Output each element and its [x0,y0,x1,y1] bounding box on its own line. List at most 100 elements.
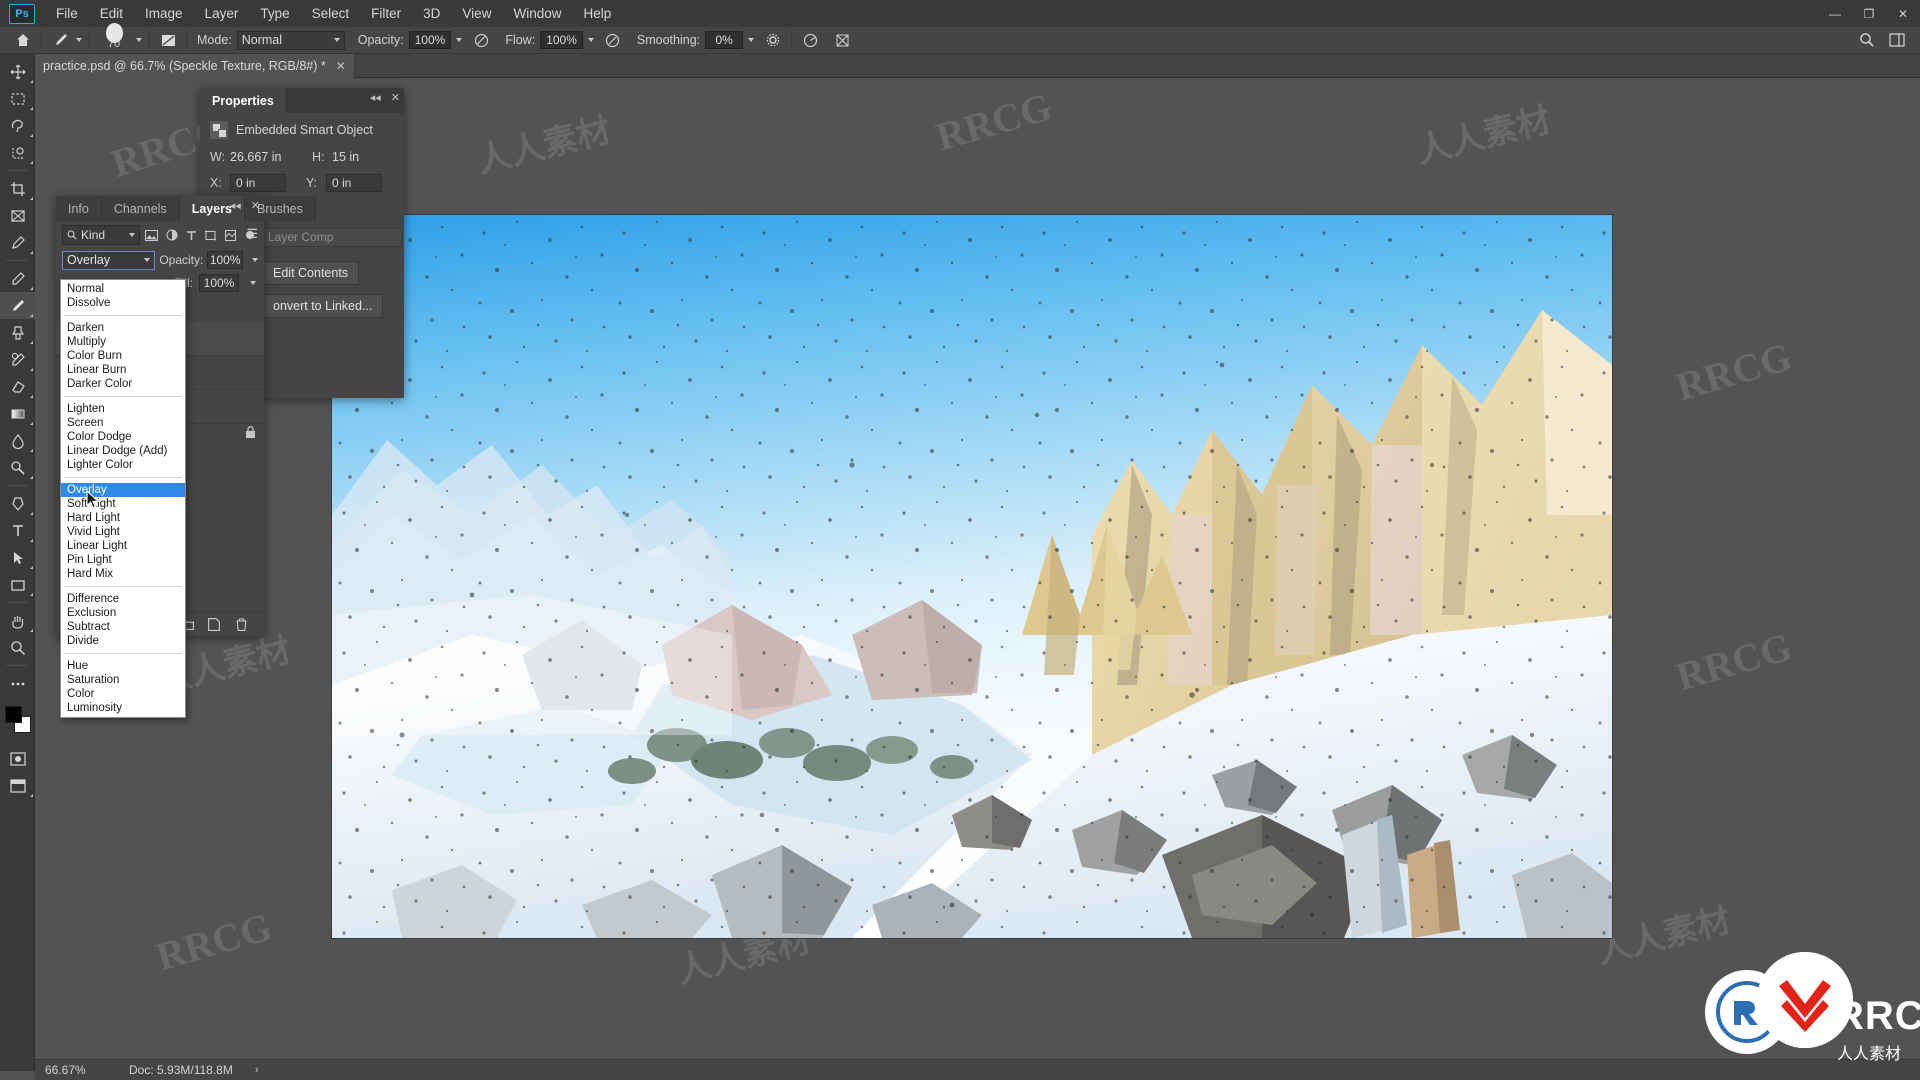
panel-menu-icon[interactable]: ☰ [246,226,258,242]
blend-option-color-dodge[interactable]: Color Dodge [61,430,185,444]
edit-contents-button[interactable]: Edit Contents [262,261,360,285]
blend-option-vivid-light[interactable]: Vivid Light [61,525,185,539]
menu-file[interactable]: File [45,0,89,27]
blend-option-hue[interactable]: Hue [61,659,185,673]
blend-option-hard-mix[interactable]: Hard Mix [61,567,185,581]
flow-input[interactable]: 100% [540,31,583,49]
lock-icon[interactable] [245,426,256,442]
layer-opacity-input[interactable]: 100% [207,251,243,269]
move-tool[interactable] [0,58,35,85]
maximize-button[interactable]: ❐ [1852,0,1886,27]
x-input[interactable]: 0 in [230,174,286,192]
frame-tool[interactable] [0,202,35,229]
blend-option-pin-light[interactable]: Pin Light [61,553,185,567]
brush-tool-icon[interactable] [49,29,71,51]
brush-angle-icon[interactable] [799,29,821,51]
eyedropper-tool[interactable] [0,229,35,256]
menu-image[interactable]: Image [134,0,194,27]
foreground-color-swatch[interactable] [5,706,22,723]
layer-blend-mode-select[interactable]: Overlay [62,250,156,270]
rectangle-tool[interactable] [0,571,35,598]
brush-preset-chevron-down-icon[interactable] [76,38,82,42]
blend-option-lighter-color[interactable]: Lighter Color [61,458,185,472]
blend-mode-combo[interactable]: Normal [236,30,345,50]
layer-fill-chevron-down-icon[interactable] [250,281,256,285]
minimize-button[interactable]: — [1818,0,1852,27]
spot-healing-brush-tool[interactable] [0,265,35,292]
blend-option-saturation[interactable]: Saturation [61,673,185,687]
menu-help[interactable]: Help [572,0,622,27]
zoom-level[interactable]: 66.67% [35,1063,107,1077]
layer-fill-input[interactable]: 100% [199,274,239,292]
filter-kind-select[interactable]: Kind [62,225,140,245]
blend-option-soft-light[interactable]: Soft Light [61,497,185,511]
blend-option-divide[interactable]: Divide [61,634,185,648]
opacity-input[interactable]: 100% [408,31,452,49]
gradient-tool[interactable] [0,400,35,427]
flow-chevron-down-icon[interactable] [587,38,594,42]
color-swatches[interactable] [0,703,35,739]
close-icon[interactable]: ✕ [251,199,260,212]
blend-option-difference[interactable]: Difference [61,592,185,606]
collapse-icon[interactable]: ◂◂ [230,199,241,212]
menu-3d[interactable]: 3D [412,0,451,27]
width-value[interactable]: 26.667 in [230,150,312,164]
tab-info[interactable]: Info [56,196,102,221]
document-tab[interactable]: practice.psd @ 66.7% (Speckle Texture, R… [35,54,355,78]
layer-comp-select[interactable]: Layer Comp [262,228,402,247]
document-artboard[interactable] [332,215,1612,938]
screen-mode-tool[interactable] [0,772,35,799]
edit-toolbar-tool[interactable] [0,670,35,697]
menu-layer[interactable]: Layer [194,0,250,27]
close-icon[interactable]: ✕ [391,91,400,104]
blend-option-screen[interactable]: Screen [61,416,185,430]
symmetry-icon[interactable] [831,29,853,51]
hand-tool[interactable] [0,607,35,634]
crop-tool[interactable] [0,175,35,202]
blur-tool[interactable] [0,427,35,454]
type-filter-icon[interactable] [183,226,199,244]
quick-mask-tool[interactable] [0,745,35,772]
blend-option-multiply[interactable]: Multiply [61,335,185,349]
type-tool[interactable] [0,517,35,544]
brush-size-chevron-down-icon[interactable] [136,38,142,42]
smartobject-filter-icon[interactable] [223,226,239,244]
blend-option-hard-light[interactable]: Hard Light [61,511,185,525]
eraser-tool[interactable] [0,373,35,400]
clone-stamp-tool[interactable] [0,319,35,346]
home-icon[interactable] [12,29,34,51]
airbrush-icon[interactable] [602,29,624,51]
history-brush-tool[interactable] [0,346,35,373]
status-chevron-right-icon[interactable]: › [255,1064,259,1076]
brush-settings-panel-icon[interactable] [157,29,179,51]
blend-option-luminosity[interactable]: Luminosity [61,701,185,715]
dodge-tool[interactable] [0,454,35,481]
close-window-button[interactable]: ✕ [1886,0,1920,27]
workspace-switcher-icon[interactable] [1886,29,1908,51]
brush-tool[interactable] [0,292,35,319]
blend-option-color[interactable]: Color [61,687,185,701]
convert-to-linked-button[interactable]: onvert to Linked... [262,294,384,318]
object-selection-tool[interactable] [0,139,35,166]
blend-option-dissolve[interactable]: Dissolve [61,296,185,310]
search-icon[interactable] [1856,29,1878,51]
smoothing-input[interactable]: 0% [705,31,744,49]
lasso-tool[interactable] [0,112,35,139]
blend-option-lighten[interactable]: Lighten [61,402,185,416]
shape-filter-icon[interactable] [203,226,219,244]
blend-option-normal[interactable]: Normal [61,282,185,296]
path-selection-tool[interactable] [0,544,35,571]
opacity-chevron-down-icon[interactable] [456,38,463,42]
smoothing-options-gear-icon[interactable] [762,29,784,51]
y-input[interactable]: 0 in [326,174,382,192]
menu-window[interactable]: Window [502,0,572,27]
blend-option-overlay[interactable]: Overlay [61,483,185,497]
blend-option-color-burn[interactable]: Color Burn [61,349,185,363]
menu-type[interactable]: Type [249,0,300,27]
rectangular-marquee-tool[interactable] [0,85,35,112]
collapse-icon[interactable]: ◂◂ [370,91,381,104]
new-layer-icon[interactable] [206,617,222,633]
zoom-tool[interactable] [0,634,35,661]
menu-view[interactable]: View [451,0,502,27]
layer-opacity-chevron-down-icon[interactable] [252,258,258,262]
